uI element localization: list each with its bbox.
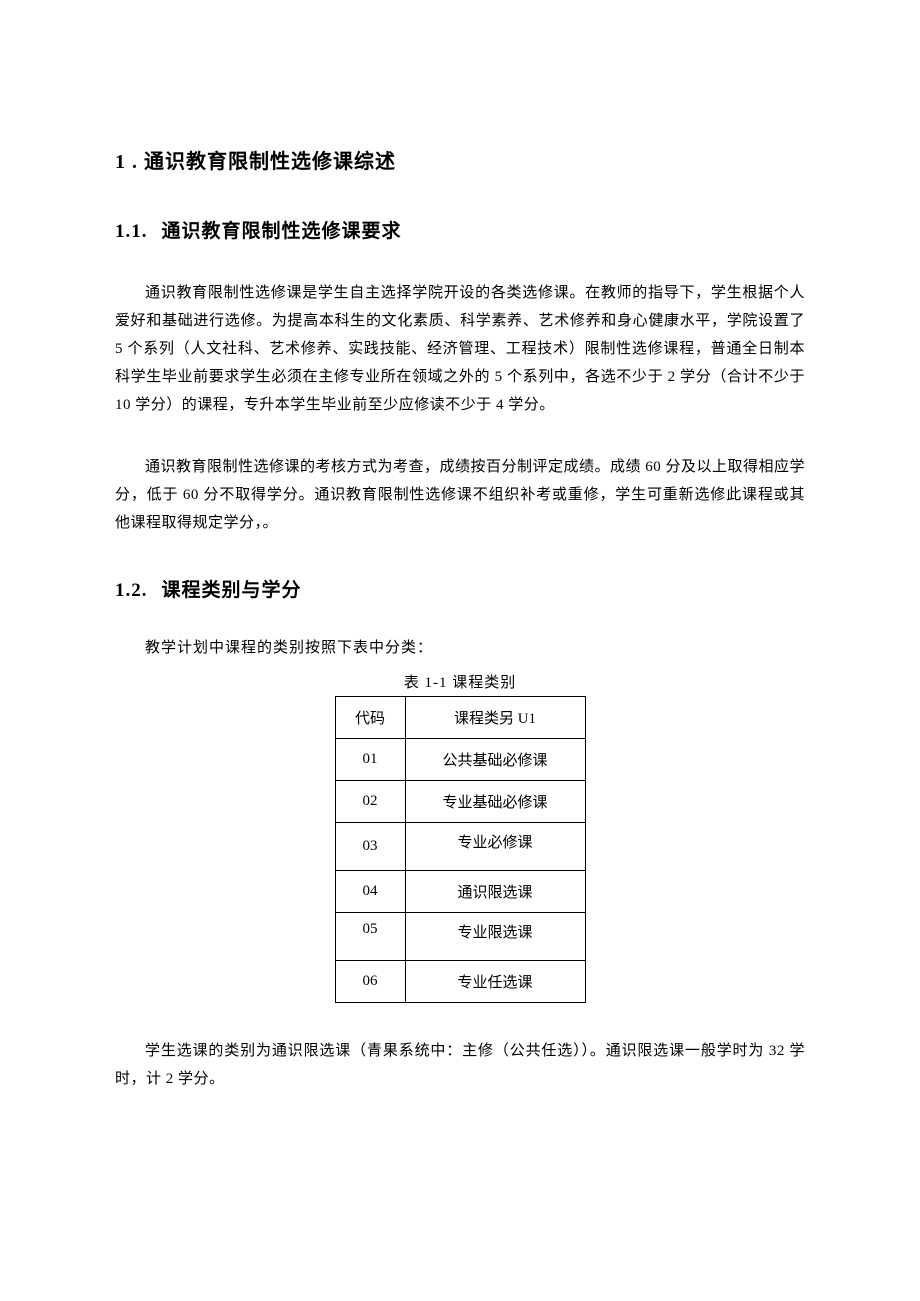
table-intro: 教学计划中课程的类别按照下表中分类： — [115, 636, 805, 657]
table-caption: 表 1-1 课程类别 — [115, 671, 805, 692]
cell-code: 05 — [335, 913, 405, 961]
heading-1-1-number: 1.1. — [115, 221, 148, 242]
heading-1-2-number: 1.2. — [115, 580, 148, 601]
paragraph-block-2: 通识教育限制性选修课的考核方式为考查，成绩按百分制评定成绩。成绩 60 分及以上… — [115, 453, 805, 537]
cell-code: 04 — [335, 871, 405, 913]
cell-name: 通识限选课 — [405, 871, 585, 913]
paragraph-3: 学生选课的类别为通识限选课（青果系统中：主修（公共任选））。通识限选课一般学时为… — [115, 1037, 805, 1093]
cell-code: 02 — [335, 781, 405, 823]
heading-1-number: 1 . — [115, 151, 138, 173]
table-header-row: 代码 课程类另 U1 — [335, 697, 585, 739]
paragraph-1: 通识教育限制性选修课是学生自主选择学院开设的各类选修课。在教师的指导下，学生根据… — [115, 279, 805, 419]
heading-1-1-text: 通识教育限制性选修课要求 — [162, 221, 402, 242]
heading-1-2: 1.2. 课程类别与学分 — [115, 575, 805, 602]
course-category-table: 代码 课程类另 U1 01 公共基础必修课 02 专业基础必修课 03 专业必修… — [335, 696, 586, 1003]
header-name: 课程类另 U1 — [405, 697, 585, 739]
table-row: 01 公共基础必修课 — [335, 739, 585, 781]
cell-code: 06 — [335, 961, 405, 1003]
paragraph-2: 通识教育限制性选修课的考核方式为考查，成绩按百分制评定成绩。成绩 60 分及以上… — [115, 453, 805, 537]
header-code: 代码 — [335, 697, 405, 739]
cell-name: 专业必修课 — [405, 823, 585, 871]
heading-1-2-text: 课程类别与学分 — [162, 580, 302, 601]
cell-name: 专业限选课 — [405, 913, 585, 961]
table-row: 05 专业限选课 — [335, 913, 585, 961]
cell-code: 01 — [335, 739, 405, 781]
cell-name: 公共基础必修课 — [405, 739, 585, 781]
table-row: 04 通识限选课 — [335, 871, 585, 913]
cell-code: 03 — [335, 823, 405, 871]
table-row: 02 专业基础必修课 — [335, 781, 585, 823]
heading-1-1: 1.1. 通识教育限制性选修课要求 — [115, 216, 805, 243]
heading-1: 1 . 通识教育限制性选修课综述 — [115, 145, 805, 174]
table-row: 03 专业必修课 — [335, 823, 585, 871]
heading-1-text: 通识教育限制性选修课综述 — [144, 151, 396, 173]
cell-name: 专业任选课 — [405, 961, 585, 1003]
table-row: 06 专业任选课 — [335, 961, 585, 1003]
cell-name: 专业基础必修课 — [405, 781, 585, 823]
paragraph-block-1: 通识教育限制性选修课是学生自主选择学院开设的各类选修课。在教师的指导下，学生根据… — [115, 279, 805, 419]
